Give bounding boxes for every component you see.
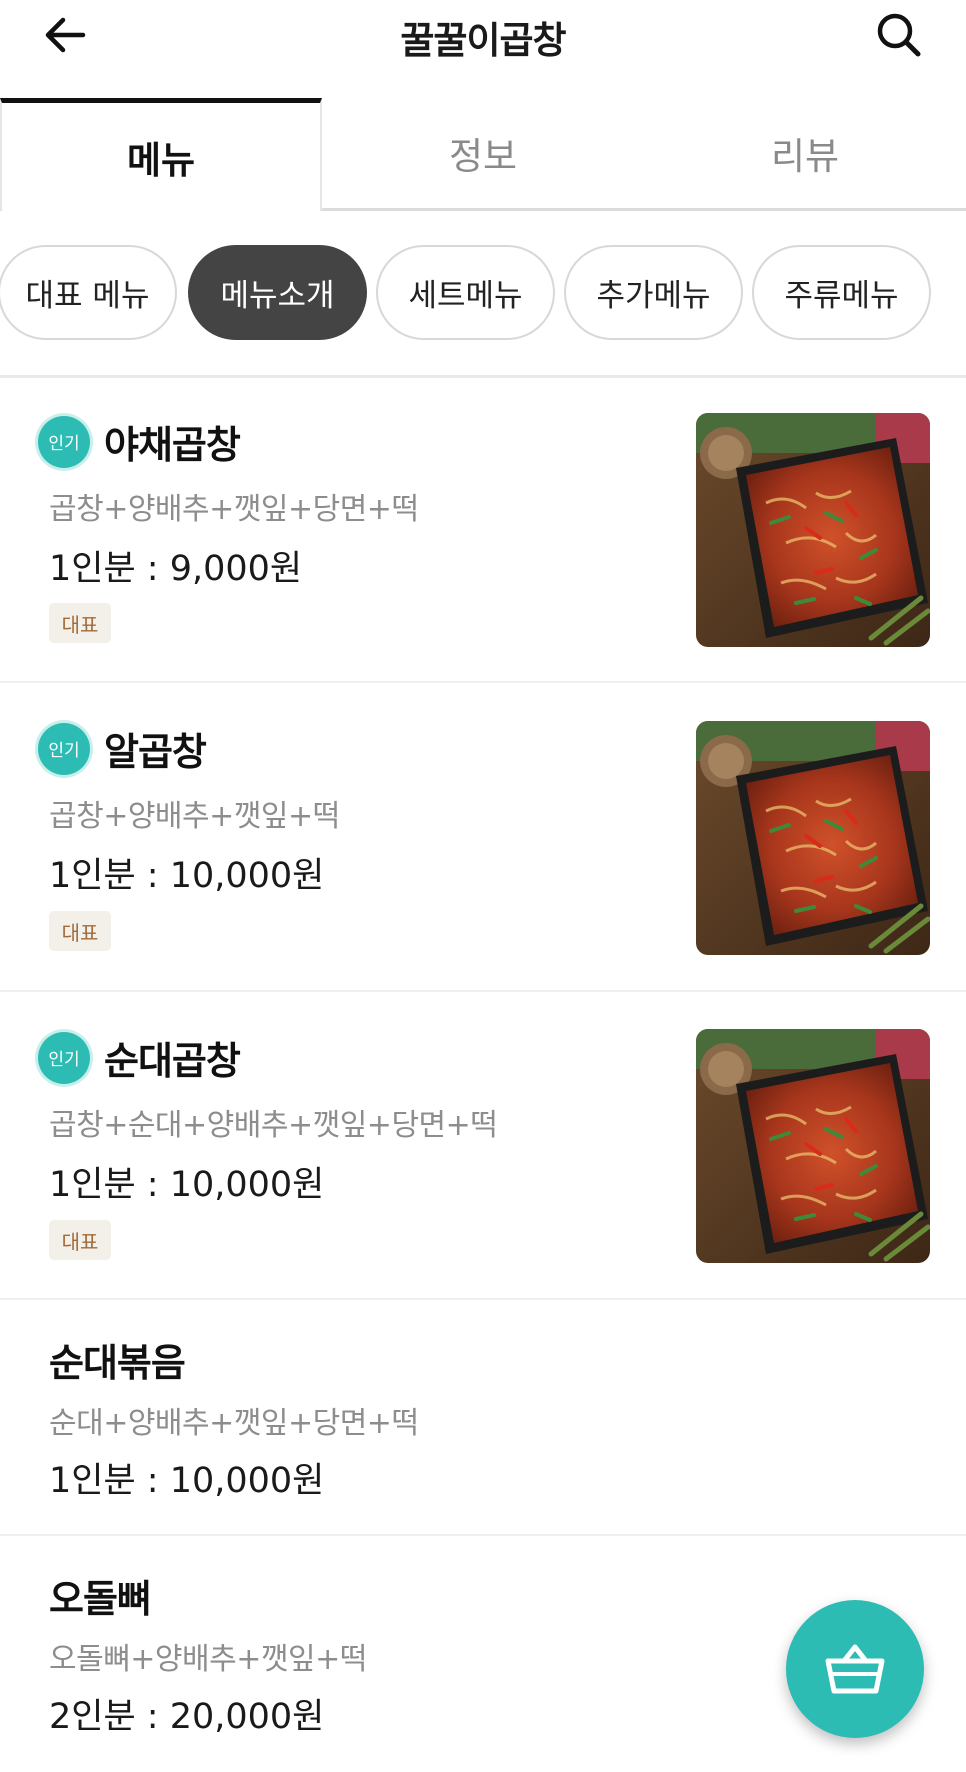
menu-item-description: 곱창+양배추+깻잎+당면+떡 xyxy=(49,492,419,527)
menu-item-image xyxy=(696,413,930,647)
app-header: 꿀꿀이곱창 xyxy=(0,0,966,70)
shopping-basket-icon xyxy=(825,1644,885,1694)
menu-item[interactable]: 인기 순대곱창 곱창+순대+양배추+깻잎+당면+떡 1인분 : 10,000원 … xyxy=(0,994,966,1300)
menu-item-name: 야채곱창 xyxy=(104,423,241,467)
tab-bar: 메뉴 정보 리뷰 xyxy=(0,98,966,211)
signature-badge: 대표 xyxy=(49,911,111,951)
menu-item-price: 1인분 : 10,000원 xyxy=(49,1461,325,1501)
menu-item-price: 1인분 : 10,000원 xyxy=(49,856,325,896)
popular-badge: 인기 xyxy=(38,415,90,468)
search-button[interactable] xyxy=(872,8,926,62)
menu-item-price: 2인분 : 20,000원 xyxy=(49,1697,325,1737)
chip-signature-menu[interactable]: 대표 메뉴 xyxy=(0,245,177,340)
menu-item-description: 곱창+양배추+깻잎+떡 xyxy=(49,799,340,834)
menu-item-name: 알곱창 xyxy=(104,730,207,774)
chip-drinks-menu[interactable]: 주류메뉴 xyxy=(752,245,931,340)
menu-item-image xyxy=(696,721,930,955)
menu-item-description: 곱창+순대+양배추+깻잎+당면+떡 xyxy=(49,1108,498,1143)
menu-item[interactable]: 인기 알곱창 곱창+양배추+깻잎+떡 1인분 : 10,000원 대표 xyxy=(0,685,966,992)
signature-badge: 대표 xyxy=(49,603,111,643)
menu-item-description: 오돌뼈+양배추+깻잎+떡 xyxy=(49,1642,367,1677)
chip-extra-menu[interactable]: 추가메뉴 xyxy=(564,245,743,340)
search-icon xyxy=(877,13,921,57)
popular-badge: 인기 xyxy=(38,722,90,775)
cart-button[interactable] xyxy=(786,1600,924,1738)
menu-item-description: 순대+양배추+깻잎+당면+떡 xyxy=(49,1406,419,1441)
page-title: 꿀꿀이곱창 xyxy=(400,19,566,62)
menu-item-name: 오돌뼈 xyxy=(49,1577,152,1621)
menu-item[interactable]: 순대볶음 순대+양배추+깻잎+당면+떡 1인분 : 10,000원 xyxy=(0,1302,966,1536)
tab-menu[interactable]: 메뉴 xyxy=(0,98,322,211)
menu-item-name: 순대볶음 xyxy=(49,1341,186,1385)
category-chip-bar: 대표 메뉴 메뉴소개 세트메뉴 추가메뉴 주류메뉴 xyxy=(0,245,966,340)
menu-item-price: 1인분 : 10,000원 xyxy=(49,1165,325,1205)
menu-item-name: 순대곱창 xyxy=(104,1039,241,1083)
tab-reviews[interactable]: 리뷰 xyxy=(644,98,966,211)
menu-item-price: 1인분 : 9,000원 xyxy=(49,549,303,589)
menu-item-image xyxy=(696,1029,930,1263)
signature-badge: 대표 xyxy=(49,1220,111,1260)
tab-info[interactable]: 정보 xyxy=(322,98,644,211)
menu-item[interactable]: 인기 야채곱창 곱창+양배추+깻잎+당면+떡 1인분 : 9,000원 대표 xyxy=(0,378,966,683)
popular-badge: 인기 xyxy=(38,1031,90,1084)
chip-menu-intro[interactable]: 메뉴소개 xyxy=(188,245,367,340)
chip-set-menu[interactable]: 세트메뉴 xyxy=(376,245,555,340)
